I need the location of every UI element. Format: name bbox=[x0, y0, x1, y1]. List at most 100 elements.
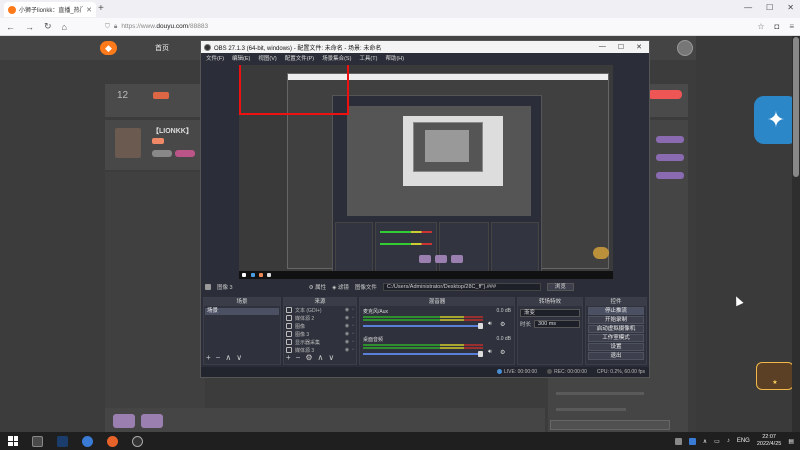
add-source-icon[interactable]: + bbox=[286, 354, 291, 362]
exit-button[interactable]: 退出 bbox=[588, 352, 644, 360]
new-tab-icon[interactable]: + bbox=[98, 3, 104, 14]
network-icon[interactable]: ▭ bbox=[714, 438, 720, 445]
streamer-name[interactable]: 【LIONKK】 bbox=[152, 126, 193, 136]
ad-cta-button[interactable]: ★ bbox=[756, 362, 794, 390]
source-item[interactable]: 文本 (GDI+) ◉ ▫ bbox=[284, 306, 356, 314]
volume-slider-handle[interactable] bbox=[478, 323, 483, 329]
lock-icon[interactable]: ▫ bbox=[352, 339, 354, 345]
minimize-icon[interactable]: — bbox=[744, 3, 752, 12]
menu-profile[interactable]: 配置文件(P) bbox=[285, 54, 314, 62]
close-window-icon[interactable]: ✕ bbox=[787, 3, 794, 12]
tray-app-icon[interactable] bbox=[674, 437, 682, 445]
remove-scene-icon[interactable]: − bbox=[216, 354, 221, 362]
lock-icon[interactable]: ▫ bbox=[352, 315, 354, 321]
firefox-icon[interactable] bbox=[107, 435, 118, 447]
streamer-avatar[interactable] bbox=[115, 128, 141, 158]
add-scene-icon[interactable]: + bbox=[206, 354, 211, 362]
menu-scene-collection[interactable]: 场景集合(S) bbox=[322, 54, 351, 62]
notification-icon[interactable]: ▤ bbox=[788, 438, 794, 445]
windows-start-icon[interactable] bbox=[8, 436, 18, 446]
obs-maximize-icon[interactable]: ☐ bbox=[618, 43, 624, 51]
tray-chevron-icon[interactable]: ∧ bbox=[703, 438, 707, 445]
pocket-icon[interactable]: ◘ bbox=[774, 22, 779, 31]
source-settings-icon[interactable]: ⚙ bbox=[305, 354, 312, 362]
bookmark-star-icon[interactable]: ☆ bbox=[757, 22, 764, 31]
lock-icon[interactable]: ▫ bbox=[352, 307, 354, 313]
reload-icon[interactable]: ↻ bbox=[44, 21, 52, 32]
remove-source-icon[interactable]: − bbox=[296, 354, 301, 362]
douyu-home-link[interactable]: 首页 bbox=[155, 43, 169, 53]
pc-download-button[interactable] bbox=[648, 90, 682, 99]
mixer-gear-icon[interactable]: ⚙ bbox=[500, 321, 505, 328]
menu-file[interactable]: 文件(F) bbox=[206, 54, 224, 62]
mixer-gear-icon[interactable]: ⚙ bbox=[500, 349, 505, 356]
home-icon[interactable]: ⌂ bbox=[62, 22, 67, 32]
chat-chip[interactable] bbox=[656, 136, 684, 143]
scrollbar-thumb[interactable] bbox=[793, 37, 799, 177]
gift-item[interactable] bbox=[113, 414, 135, 428]
source-item[interactable]: 图像 ◉ ▫ bbox=[284, 322, 356, 330]
filters-button[interactable]: ◈ 滤镜 bbox=[332, 283, 349, 291]
page-scrollbar[interactable] bbox=[792, 36, 800, 432]
visibility-eye-icon[interactable]: ◉ bbox=[345, 347, 349, 353]
volume-slider-handle[interactable] bbox=[478, 351, 483, 357]
browse-button[interactable]: 浏览 bbox=[546, 283, 574, 291]
lock-icon[interactable]: ▫ bbox=[352, 323, 354, 329]
visibility-eye-icon[interactable]: ◉ bbox=[345, 331, 349, 337]
speaker-icon[interactable]: 🔊︎ bbox=[488, 349, 492, 356]
obs-preview[interactable] bbox=[239, 65, 613, 279]
menu-edit[interactable]: 编辑(E) bbox=[232, 54, 250, 62]
tray-app-icon[interactable] bbox=[688, 437, 696, 445]
browser-tab[interactable]: 小狮子lionkk：直播_热门游戏 ✕ bbox=[4, 2, 96, 17]
streamer-follow-button[interactable] bbox=[175, 150, 195, 157]
stop-streaming-button[interactable]: 停止推流 bbox=[588, 307, 644, 315]
gift-item[interactable] bbox=[141, 414, 163, 428]
douyu-logo[interactable]: ◆ bbox=[100, 41, 117, 55]
chat-chip[interactable] bbox=[656, 172, 684, 179]
browser-icon[interactable] bbox=[82, 435, 93, 447]
input-language[interactable]: ENG bbox=[737, 438, 750, 444]
back-icon[interactable]: ← bbox=[6, 22, 15, 32]
start-virtual-camera-button[interactable]: 启动虚拟摄像机 bbox=[588, 325, 644, 333]
menu-icon[interactable]: ≡ bbox=[789, 22, 794, 31]
obs-titlebar[interactable]: OBS 27.1.3 (64-bit, windows) - 配置文件: 未命名… bbox=[201, 41, 649, 53]
move-up-icon[interactable]: ∧ bbox=[318, 354, 324, 362]
menu-help[interactable]: 帮助(H) bbox=[385, 54, 404, 62]
source-item[interactable]: 显示器采集 ◉ ▫ bbox=[284, 338, 356, 346]
move-down-icon[interactable]: ∨ bbox=[328, 354, 334, 362]
obs-taskbar-icon[interactable] bbox=[132, 435, 143, 447]
transition-select[interactable]: 渐变 bbox=[520, 309, 580, 317]
volume-icon[interactable]: ♪ bbox=[727, 438, 730, 444]
close-tab-icon[interactable]: ✕ bbox=[86, 6, 92, 14]
settings-button[interactable]: 设置 bbox=[588, 343, 644, 351]
forward-icon[interactable]: → bbox=[25, 22, 34, 32]
speaker-icon[interactable]: 🔊︎ bbox=[488, 321, 492, 328]
properties-button[interactable]: ⚙ 属性 bbox=[309, 283, 326, 291]
maximize-icon[interactable]: ☐ bbox=[766, 3, 773, 12]
start-recording-button[interactable]: 开始录制 bbox=[588, 316, 644, 324]
move-up-icon[interactable]: ∧ bbox=[225, 354, 231, 362]
obs-minimize-icon[interactable]: — bbox=[599, 43, 606, 51]
visibility-eye-icon[interactable]: ◉ bbox=[345, 339, 349, 345]
streamer-tag[interactable] bbox=[152, 150, 172, 157]
volume-slider[interactable] bbox=[363, 353, 483, 355]
source-item[interactable]: 图像 3 ◉ ▫ bbox=[284, 330, 356, 338]
steam-icon[interactable] bbox=[57, 435, 68, 447]
visibility-eye-icon[interactable]: ◉ bbox=[345, 323, 349, 329]
lock-icon[interactable]: ▫ bbox=[352, 347, 354, 353]
duration-input[interactable]: 300 ms bbox=[534, 320, 580, 328]
studio-mode-button[interactable]: 工作室模式 bbox=[588, 334, 644, 342]
chat-input[interactable] bbox=[550, 420, 670, 430]
menu-view[interactable]: 视图(V) bbox=[258, 54, 276, 62]
source-item[interactable]: 媒体源 2 ◉ ▫ bbox=[284, 314, 356, 322]
scene-item[interactable]: 场景 bbox=[205, 308, 279, 315]
visibility-eye-icon[interactable]: ◉ bbox=[345, 315, 349, 321]
address-bar[interactable]: ⛉ 🔒︎ https://www.douyu.com/88883 bbox=[105, 23, 208, 31]
chat-chip[interactable] bbox=[656, 154, 684, 161]
obs-close-icon[interactable]: ✕ bbox=[636, 43, 642, 51]
file-explorer-icon[interactable] bbox=[32, 435, 43, 447]
lock-icon[interactable]: ▫ bbox=[352, 331, 354, 337]
image-file-path[interactable]: C:/Users/Administrator/Desktop/28C_ff"}.… bbox=[382, 283, 541, 291]
volume-slider[interactable] bbox=[363, 325, 483, 327]
user-avatar[interactable] bbox=[677, 40, 693, 56]
